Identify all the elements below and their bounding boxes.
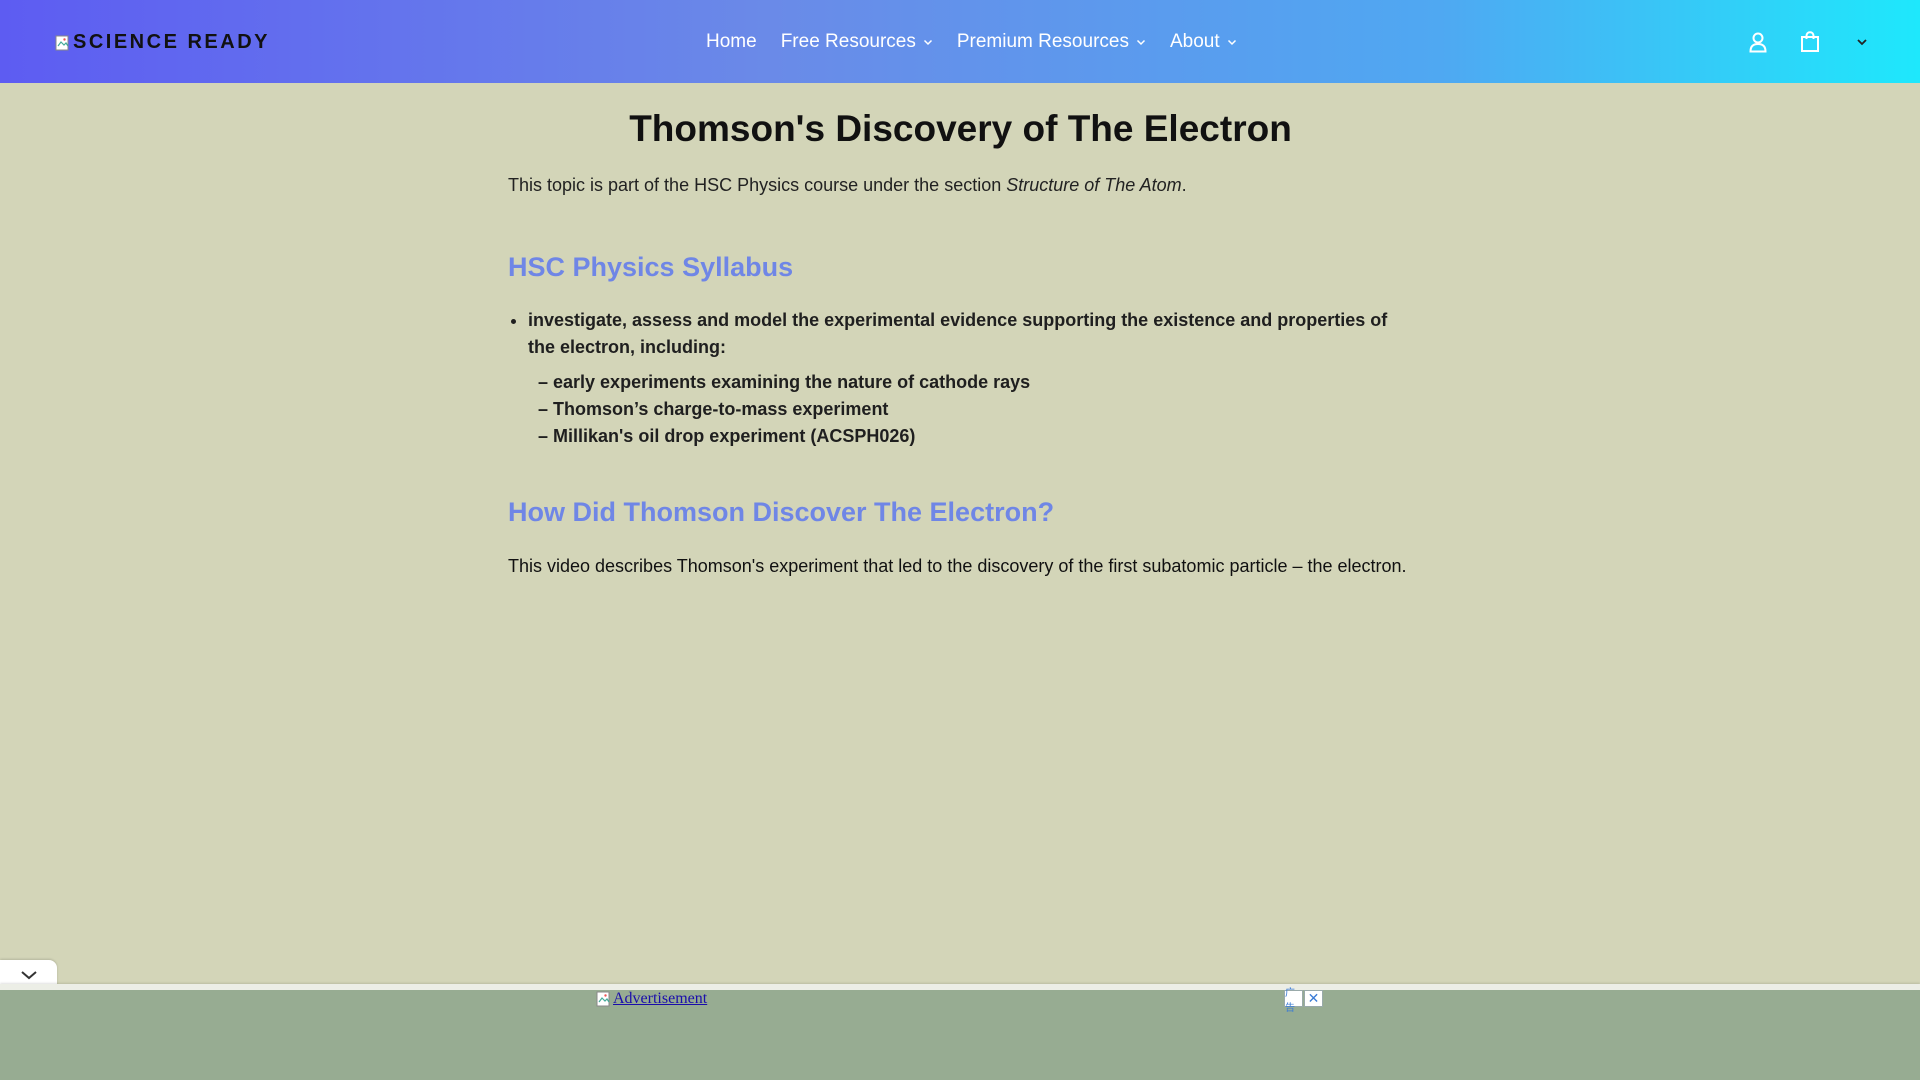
intro-prefix: This topic is part of the HSC Physics co…	[508, 175, 1007, 196]
currency-dropdown[interactable]	[1849, 29, 1875, 55]
intro-section-name: Structure of The Atom	[1006, 175, 1182, 196]
syllabus-subitem: – Thomson’s charge-to-mass experiment	[538, 398, 889, 419]
ad-close-button[interactable]: ✕	[1304, 990, 1323, 1007]
header-actions	[1745, 0, 1875, 83]
logo[interactable]: SCIENCE READY	[55, 30, 270, 54]
cart-button[interactable]	[1797, 29, 1823, 55]
chevron-down-icon	[923, 39, 932, 45]
nav-about[interactable]: About	[1158, 31, 1249, 53]
advertisement-text: Advertisement	[613, 990, 708, 1007]
site-header: SCIENCE READY Home Free Resources Premiu…	[0, 0, 1920, 83]
chevron-down-icon	[1136, 39, 1145, 45]
logo-text: SCIENCE READY	[73, 30, 270, 53]
video-description: This video describes Thomson's experimen…	[508, 556, 1407, 577]
syllabus-item: investigate, assess and model the experi…	[528, 307, 1413, 361]
article-content: Thomson's Discovery of The Electron This…	[508, 83, 1413, 580]
syllabus-subitem: – early experiments examining the nature…	[538, 371, 1031, 392]
broken-image-icon	[596, 991, 612, 1007]
ad-controls: 广告 ✕	[1284, 988, 1323, 1014]
nav-home[interactable]: Home	[694, 31, 769, 53]
user-icon	[1749, 32, 1767, 52]
page-title: Thomson's Discovery of The Electron	[629, 108, 1292, 149]
ad-banner: Advertisement 广告 ✕	[0, 988, 1920, 1080]
chevron-down-icon	[20, 970, 37, 979]
syllabus-subitem: – Millikan's oil drop experiment (ACSPH0…	[538, 425, 916, 446]
nav-free-resources[interactable]: Free Resources	[769, 31, 945, 53]
intro-paragraph: This topic is part of the HSC Physics co…	[508, 173, 1413, 198]
ad-info-badge[interactable]: 广告	[1284, 988, 1303, 1014]
nav-free-resources-label: Free Resources	[780, 30, 916, 52]
chevron-down-icon	[1227, 39, 1236, 45]
account-button[interactable]	[1745, 29, 1771, 55]
intro-suffix: .	[1181, 175, 1187, 196]
nav-about-label: About	[1169, 30, 1220, 52]
syllabus-list: investigate, assess and model the experi…	[508, 307, 1413, 361]
broken-image-icon	[55, 34, 71, 51]
video-section-heading: How Did Thomson Discover The Electron?	[508, 496, 1055, 527]
nav-premium-resources[interactable]: Premium Resources	[945, 31, 1158, 53]
nav-premium-resources-label: Premium Resources	[956, 30, 1129, 52]
cart-icon	[1801, 30, 1819, 52]
advertisement-link[interactable]: Advertisement	[596, 990, 707, 1008]
nav-home-label: Home	[706, 30, 757, 52]
chevron-down-icon	[1857, 38, 1867, 45]
syllabus-heading: HSC Physics Syllabus	[508, 251, 794, 282]
main-nav: Home Free Resources Premium Resources Ab…	[694, 0, 1249, 83]
syllabus-subitems: – early experiments examining the nature…	[508, 369, 1413, 450]
